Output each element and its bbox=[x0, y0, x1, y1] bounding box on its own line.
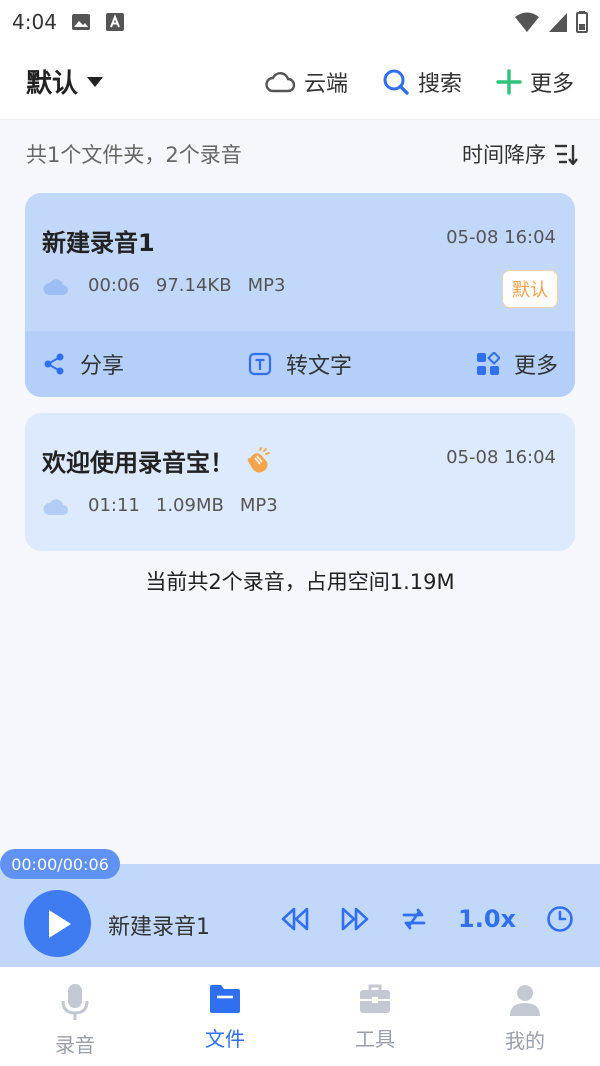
recording-card[interactable]: 新建录音1 05-08 16:04 00:06 97.14KB MP3 默认 分… bbox=[25, 193, 575, 397]
signal-icon bbox=[549, 13, 567, 32]
share-label: 分享 bbox=[80, 354, 125, 379]
user-icon bbox=[510, 985, 540, 1016]
tab-record-label: 录音 bbox=[55, 1033, 95, 1057]
status-bar: 4:04 bbox=[0, 0, 600, 44]
cloud-status-icon bbox=[43, 278, 68, 295]
player-controls: 1.0x bbox=[280, 905, 574, 933]
more-button[interactable]: 更多 bbox=[496, 66, 574, 98]
bottom-tab-bar: 录音 文件 工具 我的 bbox=[0, 967, 600, 1066]
recording-meta: 01:11 1.09MB MP3 bbox=[42, 495, 278, 516]
clapping-hands-icon bbox=[247, 446, 270, 472]
tab-files[interactable]: 文件 bbox=[150, 967, 300, 1066]
folder-summary: 共1个文件夹，2个录音 bbox=[26, 143, 242, 167]
app-notification-icon bbox=[105, 13, 124, 31]
sort-button[interactable]: 时间降序 bbox=[462, 139, 578, 169]
recording-card-main[interactable]: 欢迎使用录音宝！ 05-08 16:04 01:11 1.09MB MP3 bbox=[25, 413, 575, 551]
recording-size: 97.14KB bbox=[155, 275, 232, 296]
card-more-label: 更多 bbox=[513, 354, 558, 379]
microphone-icon bbox=[61, 984, 89, 1020]
recording-format: MP3 bbox=[239, 495, 278, 516]
recording-format: MP3 bbox=[247, 275, 286, 296]
gallery-notification-icon bbox=[71, 14, 90, 30]
folder-title: 默认 bbox=[26, 69, 79, 99]
tab-profile[interactable]: 我的 bbox=[450, 967, 600, 1066]
playback-time: 00:00/00:06 bbox=[0, 849, 120, 879]
tab-profile-label: 我的 bbox=[505, 1029, 545, 1053]
sort-label: 时间降序 bbox=[462, 143, 546, 167]
cloud-icon bbox=[265, 71, 296, 92]
more-label: 更多 bbox=[529, 71, 574, 97]
tab-tools-label: 工具 bbox=[355, 1027, 395, 1051]
recording-card-main[interactable]: 新建录音1 05-08 16:04 00:06 97.14KB MP3 默认 bbox=[25, 193, 575, 331]
play-button[interactable] bbox=[24, 890, 91, 957]
recording-size: 1.09MB bbox=[155, 495, 224, 516]
transcribe-button[interactable]: 转文字 bbox=[248, 348, 352, 380]
summary-row: 共1个文件夹，2个录音 时间降序 bbox=[26, 134, 578, 174]
recording-card[interactable]: 欢迎使用录音宝！ 05-08 16:04 01:11 1.09MB MP3 bbox=[25, 413, 575, 551]
plus-icon bbox=[496, 68, 522, 95]
search-button[interactable]: 搜索 bbox=[382, 66, 462, 98]
share-icon bbox=[44, 353, 64, 375]
rewind-icon[interactable] bbox=[280, 905, 310, 933]
tab-files-label: 文件 bbox=[205, 1027, 245, 1051]
text-convert-icon bbox=[248, 352, 272, 376]
play-icon bbox=[48, 909, 71, 938]
sort-icon bbox=[555, 144, 578, 165]
folder-icon bbox=[210, 985, 240, 1013]
recording-duration: 01:11 bbox=[88, 495, 140, 516]
recording-title: 欢迎使用录音宝！ bbox=[42, 449, 234, 477]
status-time: 4:04 bbox=[12, 10, 57, 34]
folder-dropdown[interactable]: 默认 bbox=[26, 63, 104, 100]
share-button[interactable]: 分享 bbox=[42, 348, 124, 380]
transcribe-label: 转文字 bbox=[285, 354, 352, 379]
wifi-icon bbox=[515, 12, 539, 32]
recording-meta: 00:06 97.14KB MP3 bbox=[42, 275, 285, 296]
playback-speed-button[interactable]: 1.0x bbox=[458, 905, 516, 933]
timer-icon[interactable] bbox=[546, 905, 574, 933]
toolbox-icon bbox=[360, 984, 390, 1013]
default-folder-badge: 默认 bbox=[502, 270, 558, 308]
cloud-label: 云端 bbox=[303, 71, 348, 97]
recording-title: 新建录音1 bbox=[42, 229, 155, 257]
cloud-button[interactable]: 云端 bbox=[264, 66, 348, 98]
tab-record[interactable]: 录音 bbox=[0, 967, 150, 1066]
fast-forward-icon[interactable] bbox=[340, 905, 370, 933]
cloud-status-icon bbox=[43, 498, 68, 515]
recording-actions-bar: 分享 转文字 更多 bbox=[25, 331, 575, 397]
repeat-icon[interactable] bbox=[400, 905, 428, 933]
recording-title-row: 欢迎使用录音宝！ bbox=[42, 443, 272, 478]
card-more-button[interactable]: 更多 bbox=[476, 348, 558, 380]
search-label: 搜索 bbox=[417, 71, 462, 97]
recording-duration: 00:06 bbox=[88, 275, 140, 296]
battery-icon bbox=[576, 11, 588, 33]
storage-summary: 当前共2个录音，占用空间1.19M bbox=[145, 570, 455, 594]
recording-date: 05-08 16:04 bbox=[446, 447, 556, 468]
recording-date: 05-08 16:04 bbox=[446, 227, 556, 248]
apps-icon bbox=[476, 352, 500, 375]
top-header: 默认 云端 搜索 更多 bbox=[0, 44, 600, 120]
tab-tools[interactable]: 工具 bbox=[300, 967, 450, 1066]
caret-down-icon bbox=[87, 76, 104, 87]
search-icon bbox=[383, 69, 409, 95]
player-track-title: 新建录音1 bbox=[108, 915, 210, 940]
